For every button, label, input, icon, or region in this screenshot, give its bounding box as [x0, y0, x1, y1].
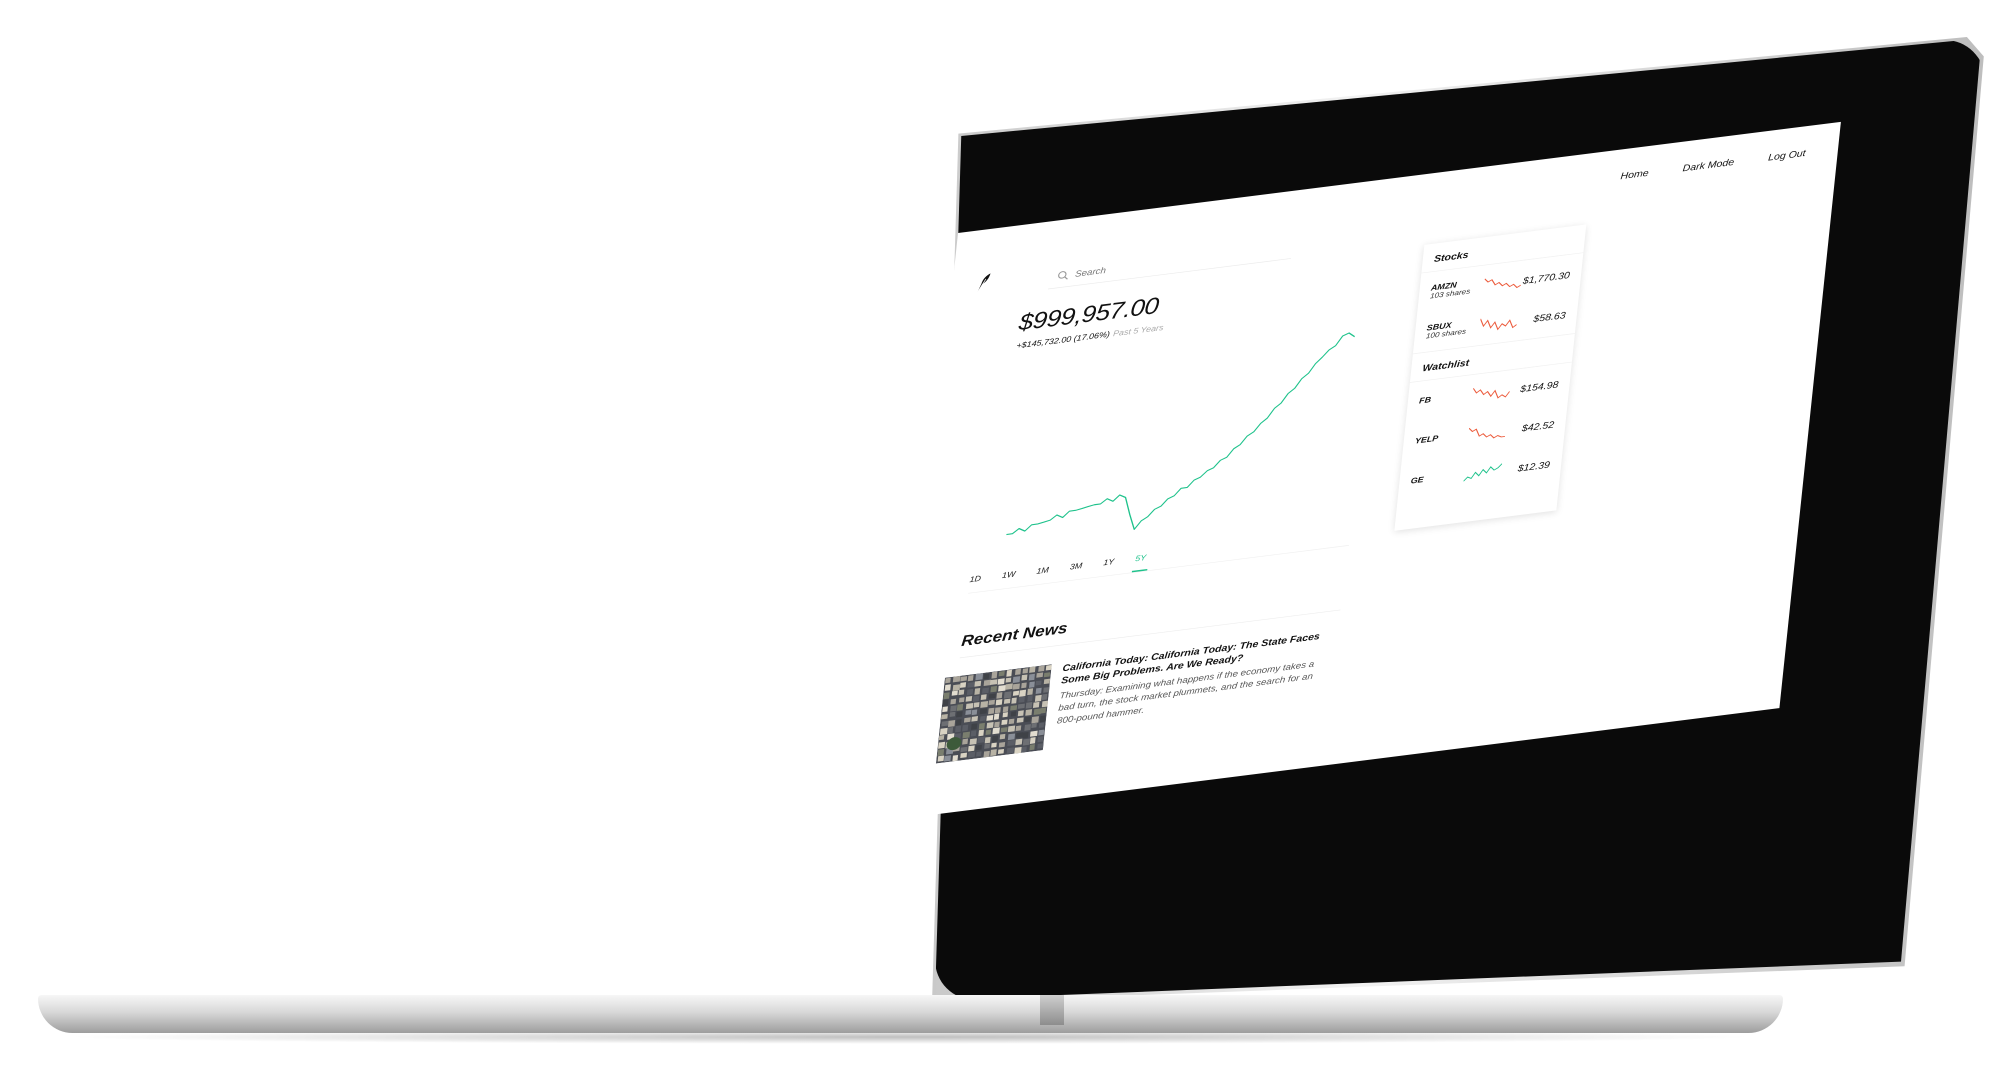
ticker-block: GE	[1410, 471, 1460, 486]
top-nav: Home Dark Mode Log Out	[1620, 147, 1806, 181]
sparkline-chart	[1480, 318, 1517, 331]
ticker-block: FB	[1419, 391, 1469, 406]
price-value: $154.98	[1519, 378, 1559, 395]
search-icon	[1058, 270, 1068, 280]
portfolio-value-line	[1006, 332, 1356, 536]
range-tab-1y[interactable]: 1Y	[1103, 558, 1115, 568]
news-text: California Today: California Today: The …	[1054, 629, 1334, 749]
ticker-block: YELP	[1414, 431, 1464, 446]
laptop-hinge-notch	[1040, 995, 1064, 1025]
sparkline-line	[1463, 463, 1503, 482]
portfolio-chart[interactable]	[1005, 324, 1357, 552]
holdings-panel: Stocks AMZN 103 shares $1,770.30 SBUX 100 sh…	[1394, 224, 1587, 531]
price-value: $1,770.30	[1522, 269, 1571, 286]
range-tab-3m[interactable]: 3M	[1069, 562, 1082, 572]
search-bar[interactable]	[1048, 234, 1294, 290]
feather-logo-icon[interactable]	[974, 272, 992, 294]
search-input[interactable]	[1074, 243, 1279, 279]
nav-home-link[interactable]: Home	[1620, 167, 1649, 181]
range-tab-1m[interactable]: 1M	[1036, 566, 1049, 576]
range-tab-5y[interactable]: 5Y	[1135, 554, 1147, 564]
sparkline-line	[1468, 427, 1506, 439]
nav-dark-mode-link[interactable]: Dark Mode	[1682, 156, 1735, 173]
sparkline-line	[1472, 387, 1511, 399]
ticker-block: SBUX 100 shares	[1426, 318, 1476, 341]
price-value: $12.39	[1517, 458, 1551, 474]
ticker-symbol: FB	[1418, 395, 1432, 406]
news-thumbnail-image[interactable]	[935, 664, 1052, 764]
sparkline-chart	[1472, 387, 1511, 399]
range-tab-1w[interactable]: 1W	[1002, 570, 1016, 580]
laptop-screen: Home Dark Mode Log Out $999,957.00 +$145…	[896, 121, 1841, 820]
ticker-block: AMZN 103 shares	[1430, 278, 1480, 301]
price-value: $42.52	[1521, 418, 1555, 434]
sparkline-chart	[1463, 463, 1503, 482]
watchlist-list: FB $154.98 YELP $42.52 GE $12.39	[1397, 362, 1572, 503]
sparkline-line	[1480, 318, 1517, 331]
laptop-base	[38, 995, 1783, 1033]
sparkline-chart	[1468, 427, 1506, 439]
sparkline-chart	[1484, 278, 1522, 289]
sparkline-line	[1484, 278, 1522, 289]
ticker-symbol: YELP	[1414, 434, 1439, 446]
portfolio-change-period: Past 5 Years	[1112, 323, 1164, 339]
ticker-symbol: GE	[1410, 475, 1425, 486]
nav-logout-link[interactable]: Log Out	[1768, 147, 1807, 162]
range-tab-1d[interactable]: 1D	[969, 574, 981, 584]
price-value: $58.63	[1532, 309, 1567, 324]
